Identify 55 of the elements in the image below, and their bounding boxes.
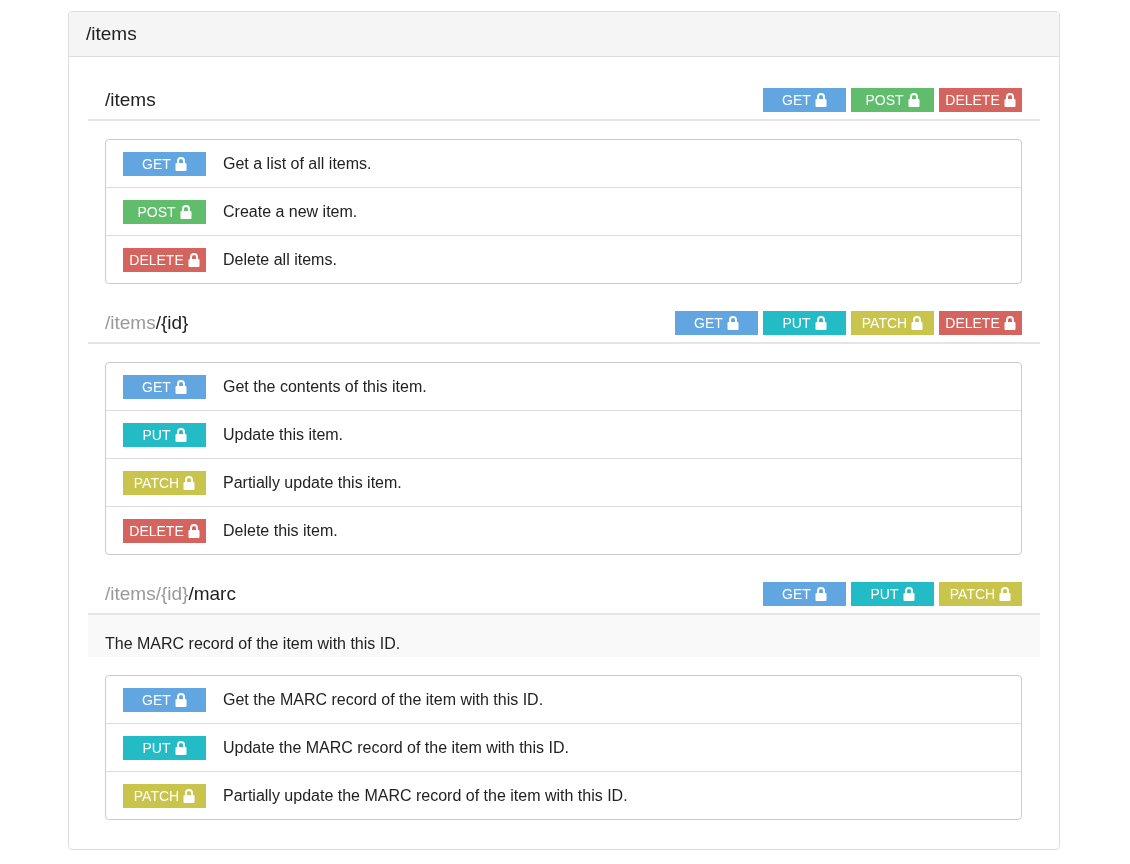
method-badge[interactable]: GET bbox=[675, 311, 758, 335]
resource-path: /items/{id}/marc bbox=[105, 583, 236, 605]
operation-summary: Partially update this item. bbox=[223, 473, 402, 492]
lock-icon bbox=[174, 692, 187, 707]
lock-icon bbox=[814, 587, 827, 601]
operation-summary: Delete all items. bbox=[223, 250, 337, 269]
method-badge[interactable]: PUT bbox=[851, 582, 934, 606]
operation-summary: Get the MARC record of the item with this ID. bbox=[223, 690, 544, 709]
operation-summary: Update this item. bbox=[223, 425, 344, 444]
lock-icon bbox=[726, 316, 739, 330]
method-badge[interactable]: GET bbox=[123, 687, 206, 712]
method-badge[interactable]: PATCH bbox=[851, 311, 934, 335]
resource-path: /items/{id} bbox=[105, 312, 189, 334]
operation-summary: Partially update the MARC record of the item with this ID. bbox=[223, 786, 628, 805]
operation-summary: Get the contents of this item. bbox=[223, 377, 427, 396]
lock-icon bbox=[174, 740, 187, 755]
method-badge[interactable]: POST bbox=[123, 199, 206, 224]
lock-icon bbox=[902, 587, 915, 601]
lock-icon bbox=[814, 93, 827, 107]
lock-icon bbox=[1003, 93, 1016, 107]
lock-icon bbox=[183, 475, 196, 490]
operation-summary: Delete this item. bbox=[223, 521, 338, 540]
method-badge[interactable]: DELETE bbox=[123, 518, 206, 543]
panel-title: /items bbox=[86, 23, 137, 45]
method-badge[interactable]: PATCH bbox=[939, 582, 1022, 606]
resource-path: /items bbox=[105, 89, 156, 111]
method-badge[interactable]: PUT bbox=[123, 422, 206, 447]
lock-icon bbox=[907, 93, 920, 107]
lock-icon bbox=[999, 587, 1012, 601]
lock-icon bbox=[174, 379, 187, 394]
lock-icon bbox=[179, 204, 192, 219]
lock-icon bbox=[174, 427, 187, 442]
lock-icon bbox=[1003, 316, 1016, 330]
resource-description: The MARC record of the item with this ID. bbox=[105, 635, 401, 652]
method-badge[interactable]: PATCH bbox=[123, 783, 206, 808]
method-badge[interactable]: DELETE bbox=[939, 311, 1022, 335]
lock-icon bbox=[187, 252, 200, 267]
method-badge[interactable]: DELETE bbox=[123, 247, 206, 272]
method-badge[interactable]: DELETE bbox=[939, 88, 1022, 112]
lock-icon bbox=[814, 316, 827, 330]
operation-summary: Get a list of all items. bbox=[223, 154, 372, 173]
method-badge[interactable]: GET bbox=[763, 582, 846, 606]
method-badge[interactable]: GET bbox=[763, 88, 846, 112]
method-badge[interactable]: GET bbox=[123, 151, 206, 176]
lock-icon bbox=[183, 788, 196, 803]
operation-summary: Create a new item. bbox=[223, 202, 358, 221]
method-badge[interactable]: GET bbox=[123, 374, 206, 399]
method-badge[interactable]: PUT bbox=[763, 311, 846, 335]
operation-summary: Update the MARC record of the item with this ID. bbox=[223, 738, 569, 757]
method-badge[interactable]: PATCH bbox=[123, 470, 206, 495]
lock-icon bbox=[911, 316, 924, 330]
method-badge[interactable]: PUT bbox=[123, 735, 206, 760]
lock-icon bbox=[187, 523, 200, 538]
method-badge[interactable]: POST bbox=[851, 88, 934, 112]
lock-icon bbox=[174, 156, 187, 171]
